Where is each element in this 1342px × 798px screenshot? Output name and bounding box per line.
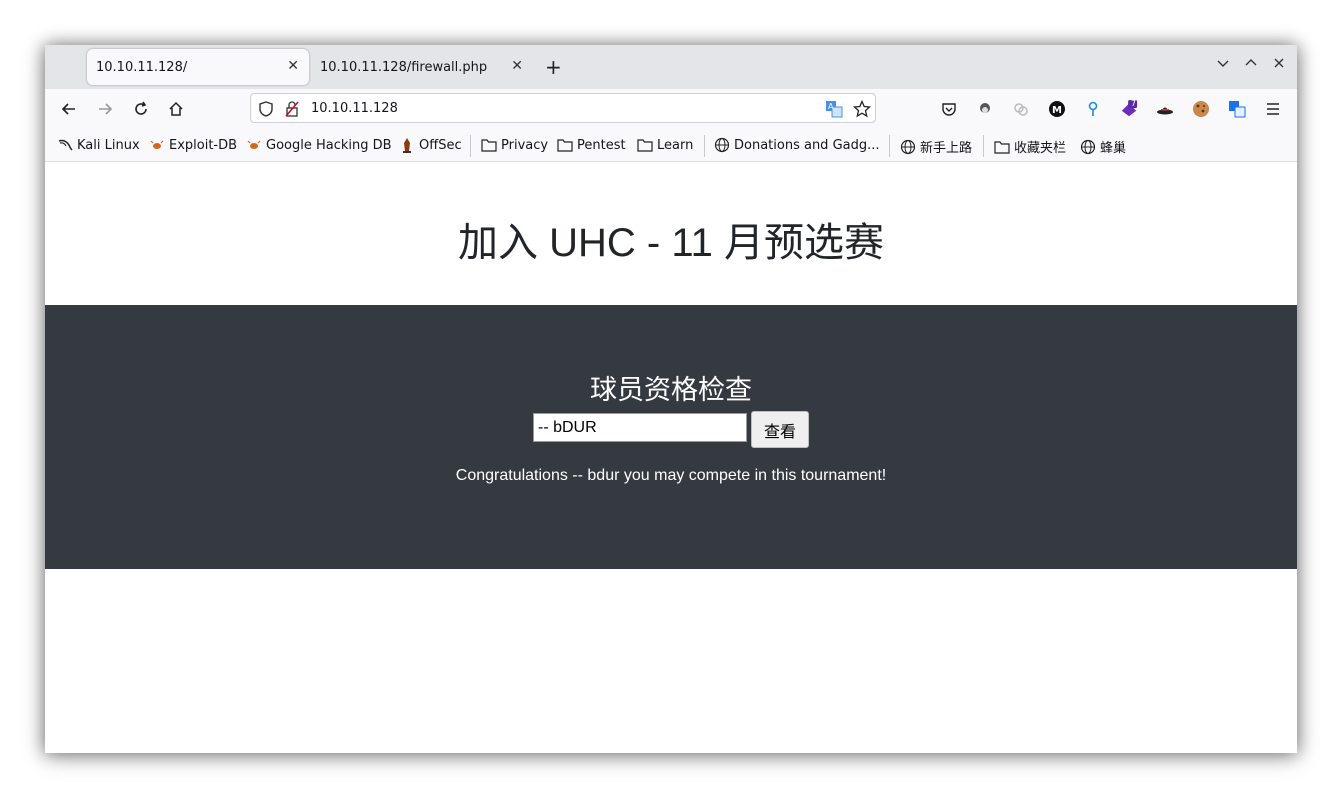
bookmark-google-hacking-db[interactable]: Google Hacking DB xyxy=(246,137,392,153)
menu-icon[interactable] xyxy=(1264,100,1282,118)
bookmark-label: Donations and Gadg... xyxy=(734,137,880,153)
home-icon[interactable] xyxy=(165,98,187,120)
folder-icon xyxy=(637,137,653,153)
folder-icon xyxy=(481,137,497,153)
bookmark-separator xyxy=(470,135,471,157)
globe-icon xyxy=(1080,139,1096,155)
panel-heading: 球员资格检查 xyxy=(590,375,752,405)
bookmark-label: 蜂巢 xyxy=(1100,141,1127,156)
bookmark-label: OffSec xyxy=(419,137,462,153)
bookmarks-toolbar: Kali Linux Exploit-DB Google Hacking DB … xyxy=(45,129,1297,162)
bookmark-folder-pentest[interactable]: Pentest xyxy=(557,137,626,153)
bookmark-separator xyxy=(889,135,890,157)
player-name-input[interactable] xyxy=(533,413,747,442)
bookmark-hive[interactable]: 蜂巢 xyxy=(1080,137,1126,156)
tab-label: 10.10.11.128/ xyxy=(96,59,188,75)
insecure-lock-icon[interactable] xyxy=(285,101,299,121)
bookmark-label: 新手上路 xyxy=(920,141,973,156)
page-content: 加入 UHC - 11 月预选赛 球员资格检查 查看 Congratulatio… xyxy=(45,162,1297,753)
chevron-down-icon[interactable] xyxy=(1217,57,1229,73)
globe-icon xyxy=(714,137,730,153)
tab-close-icon[interactable]: ✕ xyxy=(511,58,523,74)
tab-bar: 10.10.11.128/ ✕ 10.10.11.128/firewall.ph… xyxy=(45,45,1297,89)
bookmark-label: Google Hacking DB xyxy=(266,137,392,153)
cookie-icon[interactable] xyxy=(1192,100,1210,118)
offsec-icon xyxy=(399,137,415,153)
folder-icon xyxy=(994,139,1010,155)
back-arrow-icon[interactable] xyxy=(58,98,80,120)
exploitdb-bug-icon xyxy=(149,137,165,153)
new-tab-button[interactable]: + xyxy=(545,55,562,79)
ghdb-bug-icon xyxy=(246,137,262,153)
bookmark-donations[interactable]: Donations and Gadg... xyxy=(714,137,880,153)
translate-extension-icon[interactable] xyxy=(1228,100,1246,118)
kali-dragon-icon xyxy=(57,137,73,153)
bookmark-exploit-db[interactable]: Exploit-DB xyxy=(149,137,237,153)
pocket-icon[interactable] xyxy=(940,100,958,118)
check-button[interactable]: 查看 xyxy=(751,411,809,448)
tab-firewall[interactable]: 10.10.11.128/firewall.php ✕ xyxy=(311,49,533,85)
bookmark-star-icon[interactable] xyxy=(852,99,872,122)
bookmark-folder-learn[interactable]: Learn xyxy=(637,137,693,153)
hat-icon[interactable] xyxy=(1156,100,1174,118)
bookmark-folder-favorites[interactable]: 收藏夹栏 xyxy=(994,137,1066,156)
tab-close-icon[interactable]: ✕ xyxy=(287,58,299,74)
pin-icon[interactable] xyxy=(1084,100,1102,118)
bookmark-label: 收藏夹栏 xyxy=(1014,141,1067,156)
globe-icon xyxy=(900,139,916,155)
url-text: 10.10.11.128 xyxy=(311,101,398,116)
purple-badge-icon[interactable]: 7 xyxy=(1120,99,1138,118)
page-title: 加入 UHC - 11 月预选赛 xyxy=(458,221,884,265)
bookmark-separator xyxy=(704,135,705,157)
bookmark-getting-started[interactable]: 新手上路 xyxy=(900,137,972,156)
navigation-bar: 10.10.11.128 A M 7 xyxy=(45,89,1297,129)
link-extension-icon[interactable] xyxy=(1012,100,1030,118)
avatar-extension-icon[interactable] xyxy=(976,100,994,118)
browser-window: 10.10.11.128/ ✕ 10.10.11.128/firewall.ph… xyxy=(45,45,1297,753)
maximize-icon[interactable] xyxy=(1245,57,1257,73)
svg-text:A: A xyxy=(828,102,834,111)
eligibility-panel: 球员资格检查 查看 Congratulations -- bdur you ma… xyxy=(45,305,1297,569)
bookmark-label: Exploit-DB xyxy=(169,137,238,153)
bookmark-folder-privacy[interactable]: Privacy xyxy=(481,137,548,153)
svg-text:M: M xyxy=(1052,105,1062,116)
tab-label: 10.10.11.128/firewall.php xyxy=(320,59,488,75)
bookmark-label: Kali Linux xyxy=(77,137,140,153)
badge-count: 7 xyxy=(1131,99,1137,108)
bookmark-label: Pentest xyxy=(577,137,626,153)
result-message: Congratulations -- bdur you may compete … xyxy=(455,467,887,484)
mandatory-m-icon[interactable]: M xyxy=(1048,100,1066,118)
translate-icon[interactable]: A xyxy=(825,100,843,122)
bookmark-offsec[interactable]: OffSec xyxy=(399,137,462,153)
bookmark-label: Privacy xyxy=(501,137,549,153)
folder-icon xyxy=(557,137,573,153)
tab-active[interactable]: 10.10.11.128/ ✕ xyxy=(87,49,309,85)
reload-icon[interactable] xyxy=(130,98,152,120)
shield-icon[interactable] xyxy=(259,101,273,121)
forward-arrow-icon[interactable] xyxy=(94,98,116,120)
url-bar[interactable]: 10.10.11.128 A xyxy=(250,93,876,123)
close-window-icon[interactable] xyxy=(1273,57,1285,73)
bookmark-label: Learn xyxy=(657,137,694,153)
bookmark-kali-linux[interactable]: Kali Linux xyxy=(57,137,140,153)
bookmark-separator xyxy=(983,135,984,157)
